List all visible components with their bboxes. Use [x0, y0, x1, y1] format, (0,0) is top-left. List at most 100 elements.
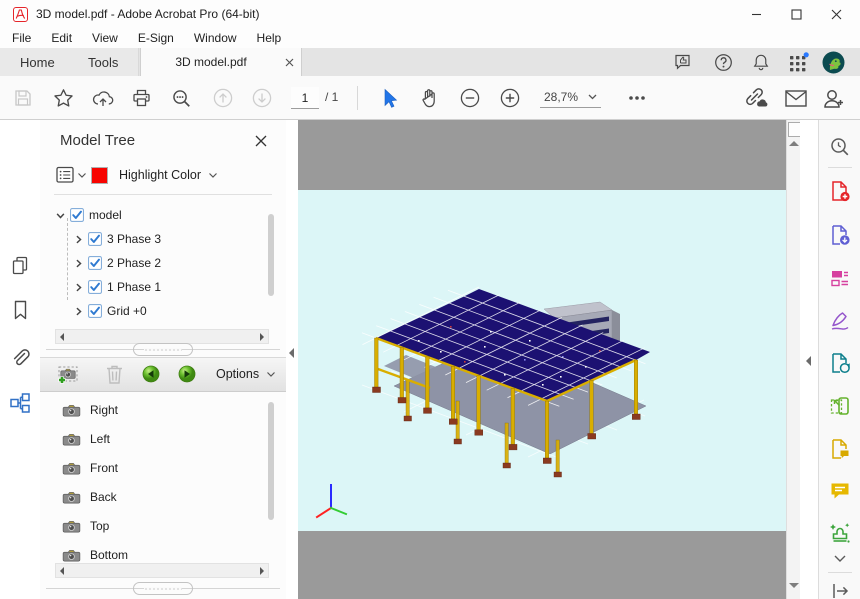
- views-vertical-scrollbar[interactable]: [268, 402, 274, 520]
- checkbox-checked-icon[interactable]: [88, 256, 102, 270]
- chevron-down-icon[interactable]: [56, 211, 65, 220]
- crop-pages-button[interactable]: [825, 391, 855, 421]
- pdf-3d-canvas[interactable]: [298, 120, 786, 599]
- print-button[interactable]: [126, 83, 156, 113]
- scroll-right-icon[interactable]: [260, 567, 264, 575]
- previous-view-button[interactable]: [140, 363, 162, 385]
- menu-esign[interactable]: E-Sign: [128, 29, 184, 47]
- panel-close-button[interactable]: [250, 130, 272, 152]
- page-thumbnails-button[interactable]: [4, 249, 36, 281]
- panel-bottom-splitter[interactable]: [40, 582, 286, 596]
- share-upload-button[interactable]: [88, 83, 118, 113]
- zoom-level-dropdown[interactable]: 28,7%: [540, 87, 601, 108]
- bookmarks-button[interactable]: [4, 294, 36, 326]
- chevron-right-icon[interactable]: [74, 235, 83, 244]
- help-button[interactable]: [708, 51, 738, 73]
- view-item-back[interactable]: Back: [62, 485, 117, 509]
- menu-window[interactable]: Window: [184, 29, 247, 47]
- export-pdf-button[interactable]: [825, 220, 855, 250]
- tree-item-phase1[interactable]: 1 Phase 1: [74, 276, 161, 298]
- select-tool-button[interactable]: [374, 83, 404, 113]
- email-button[interactable]: [781, 83, 811, 113]
- find-button[interactable]: [166, 83, 196, 113]
- minimize-button[interactable]: [736, 1, 776, 27]
- menu-edit[interactable]: Edit: [41, 29, 82, 47]
- search-tools-button[interactable]: [825, 132, 855, 162]
- stamp-button[interactable]: [825, 518, 855, 548]
- tree-item-model[interactable]: model: [56, 204, 122, 226]
- hand-tool-button[interactable]: [414, 83, 444, 113]
- tree-vertical-scrollbar[interactable]: [268, 214, 274, 296]
- delete-view-button[interactable]: [100, 361, 128, 387]
- menu-help[interactable]: Help: [247, 29, 292, 47]
- checkbox-checked-icon[interactable]: [88, 280, 102, 294]
- tab-document-label: 3D model.pdf: [141, 55, 281, 69]
- model-tree-button[interactable]: [4, 387, 36, 419]
- chevron-right-icon[interactable]: [74, 259, 83, 268]
- chevron-right-icon[interactable]: [74, 283, 83, 292]
- tab-tools[interactable]: Tools: [68, 48, 139, 76]
- zoom-out-button[interactable]: [455, 83, 485, 113]
- maximize-button[interactable]: [776, 1, 816, 27]
- feedback-button[interactable]: [668, 51, 698, 73]
- expand-rail-button[interactable]: [825, 576, 855, 599]
- create-view-button[interactable]: [54, 361, 82, 387]
- tab-document[interactable]: 3D model.pdf: [140, 48, 302, 76]
- comment-button[interactable]: [825, 476, 855, 506]
- edit-pdf-button[interactable]: [825, 263, 855, 293]
- view-item-front[interactable]: Front: [62, 456, 118, 480]
- request-esign-button[interactable]: [825, 348, 855, 378]
- notifications-button[interactable]: [746, 51, 776, 73]
- highlight-color-swatch[interactable]: [91, 167, 108, 184]
- apps-grid-button[interactable]: [784, 51, 814, 73]
- panel-splitter[interactable]: [40, 343, 286, 357]
- next-page-button[interactable]: [247, 83, 277, 113]
- splitter-handle-icon[interactable]: [133, 343, 193, 356]
- tree-horizontal-scrollbar[interactable]: [55, 329, 269, 344]
- account-avatar[interactable]: [820, 50, 846, 74]
- viewer-vertical-scrollbar[interactable]: [786, 120, 801, 599]
- save-button[interactable]: [8, 83, 38, 113]
- highlight-color-label[interactable]: Highlight Color: [119, 168, 201, 182]
- next-view-button[interactable]: [176, 363, 198, 385]
- scroll-left-icon[interactable]: [60, 567, 64, 575]
- chevron-right-icon[interactable]: [74, 307, 83, 316]
- tree-settings-button[interactable]: [56, 166, 75, 184]
- view-item-top[interactable]: Top: [62, 514, 109, 538]
- star-button[interactable]: [48, 83, 78, 113]
- scroll-down-icon[interactable]: [789, 583, 799, 588]
- more-tools-button[interactable]: [622, 83, 652, 113]
- share-with-people-button[interactable]: [818, 83, 848, 113]
- checkbox-checked-icon[interactable]: [88, 232, 102, 246]
- checkbox-checked-icon[interactable]: [88, 304, 102, 318]
- tree-item-phase2[interactable]: 2 Phase 2: [74, 252, 161, 274]
- menu-view[interactable]: View: [82, 29, 128, 47]
- scroll-right-icon[interactable]: [260, 333, 264, 341]
- view-item-left[interactable]: Left: [62, 427, 110, 451]
- scroll-left-icon[interactable]: [60, 333, 64, 341]
- view-item-right[interactable]: Right: [62, 398, 118, 422]
- attachments-button[interactable]: [4, 342, 36, 374]
- close-button[interactable]: [816, 1, 856, 27]
- views-horizontal-scrollbar[interactable]: [55, 563, 269, 578]
- fill-sign-button[interactable]: [825, 306, 855, 336]
- checkbox-checked-icon[interactable]: [70, 208, 84, 222]
- collapse-right-rail-icon[interactable]: [806, 356, 811, 366]
- scroll-up-icon[interactable]: [789, 141, 799, 146]
- more-tools-rail-button[interactable]: [825, 548, 855, 568]
- collapse-panel-icon[interactable]: [289, 348, 294, 358]
- previous-page-button[interactable]: [208, 83, 238, 113]
- document-viewer[interactable]: [298, 120, 786, 599]
- share-link-button[interactable]: [742, 83, 772, 113]
- options-dropdown[interactable]: Options: [216, 364, 275, 384]
- tab-home[interactable]: Home: [0, 48, 76, 76]
- splitter-handle-icon[interactable]: [133, 582, 193, 595]
- page-number-input[interactable]: [291, 87, 319, 109]
- menu-file[interactable]: File: [2, 29, 41, 47]
- create-pdf-button[interactable]: [825, 176, 855, 206]
- tree-item-grid0[interactable]: Grid +0: [74, 300, 147, 322]
- request-files-button[interactable]: [825, 434, 855, 464]
- tab-close-icon[interactable]: [281, 54, 297, 70]
- zoom-in-button[interactable]: [495, 83, 525, 113]
- tree-item-phase3[interactable]: 3 Phase 3: [74, 228, 161, 250]
